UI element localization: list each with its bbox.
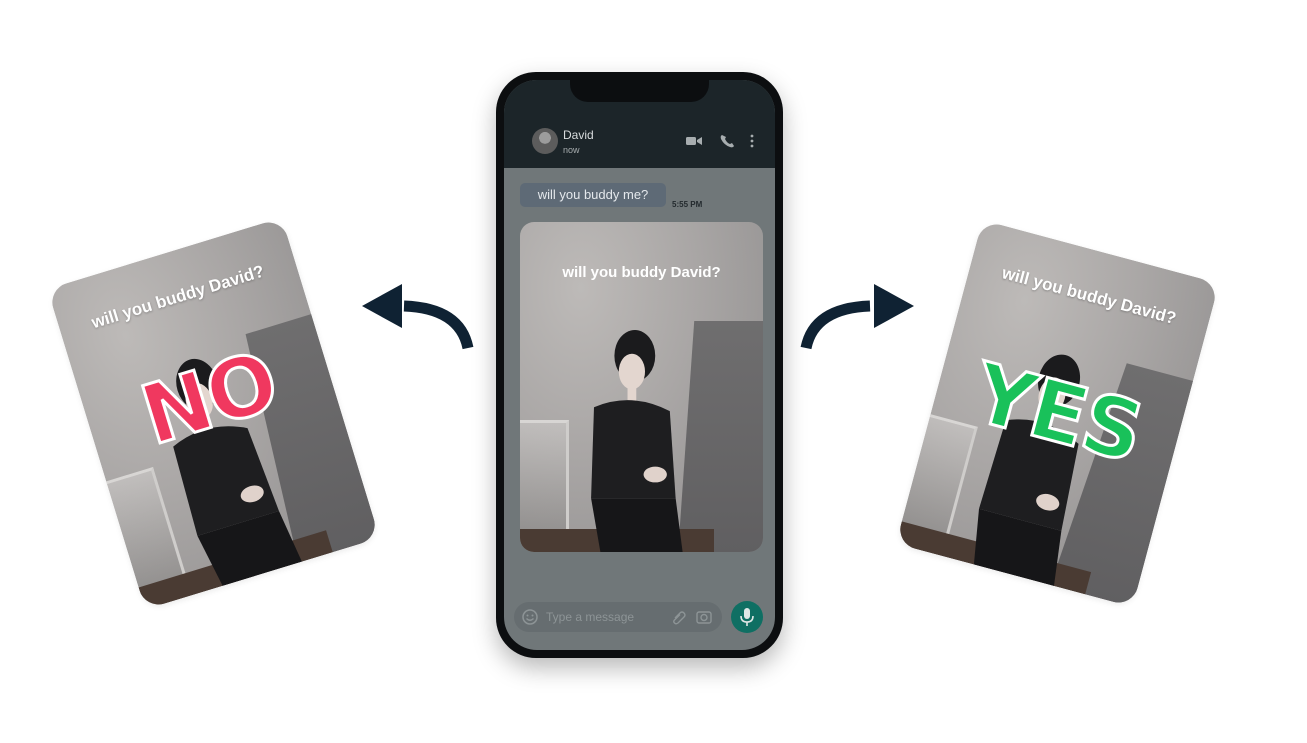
message-bubble: will you buddy me?: [520, 183, 666, 207]
message-input[interactable]: Type a message: [514, 602, 722, 632]
card-no[interactable]: will you buddy David? NO: [47, 217, 380, 610]
video-icon[interactable]: [686, 134, 702, 148]
mic-button[interactable]: [731, 601, 763, 633]
message-placeholder: Type a message: [546, 610, 635, 624]
phone-mockup: David now will you buddy me? 5:55 PM wil…: [496, 72, 783, 658]
attach-icon[interactable]: [671, 609, 687, 625]
phone-notch: [570, 80, 709, 102]
emoji-icon[interactable]: [522, 609, 538, 625]
arrow-right-icon: [800, 284, 914, 350]
camera-icon[interactable]: [696, 609, 712, 625]
photo-message[interactable]: will you buddy David?: [520, 222, 763, 552]
stage: will you buddy David? NO will you buddy …: [0, 0, 1307, 743]
more-vert-icon[interactable]: [748, 134, 756, 148]
mic-icon: [740, 608, 754, 626]
photo-question: will you buddy David?: [562, 264, 721, 281]
call-icon[interactable]: [720, 134, 736, 148]
arrow-left-icon: [362, 284, 474, 350]
card-yes[interactable]: will you buddy David? YES: [895, 220, 1220, 607]
message-time: 5:55 PM: [672, 200, 703, 209]
avatar[interactable]: [532, 128, 558, 154]
contact-name[interactable]: David: [563, 128, 594, 142]
chat-screen: David now will you buddy me? 5:55 PM wil…: [504, 80, 775, 650]
contact-status: now: [563, 145, 580, 155]
